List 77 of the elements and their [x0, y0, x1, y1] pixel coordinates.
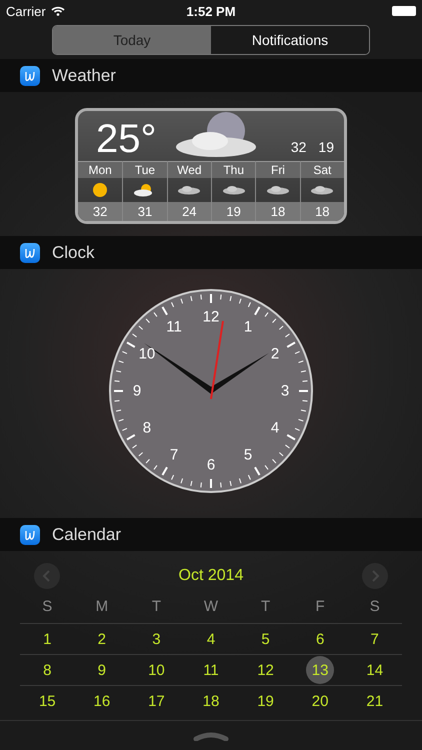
- clock-numeral: 7: [170, 446, 178, 464]
- calendar-day[interactable]: 12: [252, 656, 280, 684]
- clock-numeral: 4: [270, 420, 280, 436]
- clock-numeral: 9: [132, 382, 142, 400]
- weekday-label: M: [94, 598, 110, 614]
- widget-title: Calendar: [52, 524, 121, 544]
- calendar-day[interactable]: 13: [306, 656, 334, 684]
- next-month-button[interactable]: [362, 563, 388, 589]
- chevron-left-icon: [42, 570, 52, 582]
- high-temperature: 32: [290, 139, 306, 155]
- hour-hand: [209, 353, 269, 394]
- day-temperature: 18: [256, 202, 300, 221]
- widget-title: Clock: [52, 242, 95, 262]
- day-name: Sat: [300, 161, 344, 178]
- calendar-day[interactable]: 6: [306, 625, 334, 653]
- previous-month-button[interactable]: [34, 563, 60, 589]
- clock-time: 1:52 PM: [186, 4, 236, 18]
- day-name: Mon: [78, 161, 122, 178]
- weekday-label: T: [150, 598, 162, 614]
- clock-numeral: 1: [244, 318, 252, 336]
- sun-icon: [92, 182, 108, 198]
- calendar-day[interactable]: 8: [33, 656, 62, 684]
- clock-numeral: 2: [270, 346, 280, 362]
- clock-numeral: 11: [166, 318, 182, 336]
- carrier-label: Carrier: [6, 4, 46, 18]
- low-temperature: 19: [318, 139, 334, 155]
- calendar-day[interactable]: 10: [142, 656, 170, 684]
- clock-numeral: 10: [138, 346, 156, 362]
- calendar-day[interactable]: 15: [33, 687, 62, 715]
- clock-numeral: 12: [202, 308, 220, 326]
- calendar-day[interactable]: 18: [196, 687, 225, 715]
- day-name: Fri: [256, 161, 300, 178]
- clock-numeral: 8: [142, 420, 152, 436]
- cloud-icon: [310, 185, 334, 195]
- cloud-icon: [177, 185, 202, 195]
- clock-numeral: 5: [244, 446, 252, 464]
- calendar-day[interactable]: 4: [196, 625, 225, 653]
- calendar-day[interactable]: 11: [196, 656, 225, 684]
- calendar-day[interactable]: 16: [88, 687, 116, 715]
- chevron-right-icon: [370, 570, 380, 582]
- calendar-day[interactable]: 2: [88, 625, 116, 653]
- day-temperature: 32: [78, 202, 122, 221]
- app-icon: [20, 242, 40, 262]
- weekday-label: S: [41, 598, 54, 614]
- widget-title: Weather: [52, 66, 116, 86]
- day-temperature: 19: [212, 202, 256, 221]
- battery-icon: [392, 6, 416, 16]
- month-title: Oct 2014: [178, 567, 244, 585]
- cloud-icon: [222, 185, 246, 195]
- calendar-day[interactable]: 17: [142, 687, 170, 715]
- weekday-label: W: [202, 598, 220, 614]
- calendar-day[interactable]: 5: [252, 625, 280, 653]
- calendar-day[interactable]: 1: [33, 625, 62, 653]
- day-temperature: 31: [123, 202, 167, 221]
- cloud-icon: [266, 185, 290, 195]
- calendar-day[interactable]: 21: [360, 687, 389, 715]
- weekday-label: S: [368, 598, 381, 614]
- calendar-day[interactable]: 20: [306, 687, 334, 715]
- weekday-label: T: [260, 598, 272, 614]
- weekday-label: F: [314, 598, 326, 614]
- calendar-day[interactable]: 19: [252, 687, 280, 715]
- app-icon: [20, 524, 40, 544]
- calendar-day[interactable]: 3: [142, 625, 170, 653]
- day-temperature: 18: [300, 202, 344, 221]
- clock-numeral: 3: [280, 382, 290, 400]
- clock-numeral: 6: [206, 456, 216, 474]
- current-temperature: 25°: [96, 119, 156, 159]
- calendar-day[interactable]: 9: [88, 656, 116, 684]
- day-temperature: 24: [168, 202, 211, 221]
- calendar-day[interactable]: 7: [360, 625, 389, 653]
- day-name: Wed: [168, 161, 211, 178]
- app-icon: [20, 66, 40, 86]
- calendar-day[interactable]: 14: [360, 656, 389, 684]
- pull-handle-icon: [193, 730, 229, 740]
- day-name: Thu: [212, 161, 256, 178]
- wifi-icon: [50, 6, 65, 16]
- day-name: Tue: [123, 161, 167, 178]
